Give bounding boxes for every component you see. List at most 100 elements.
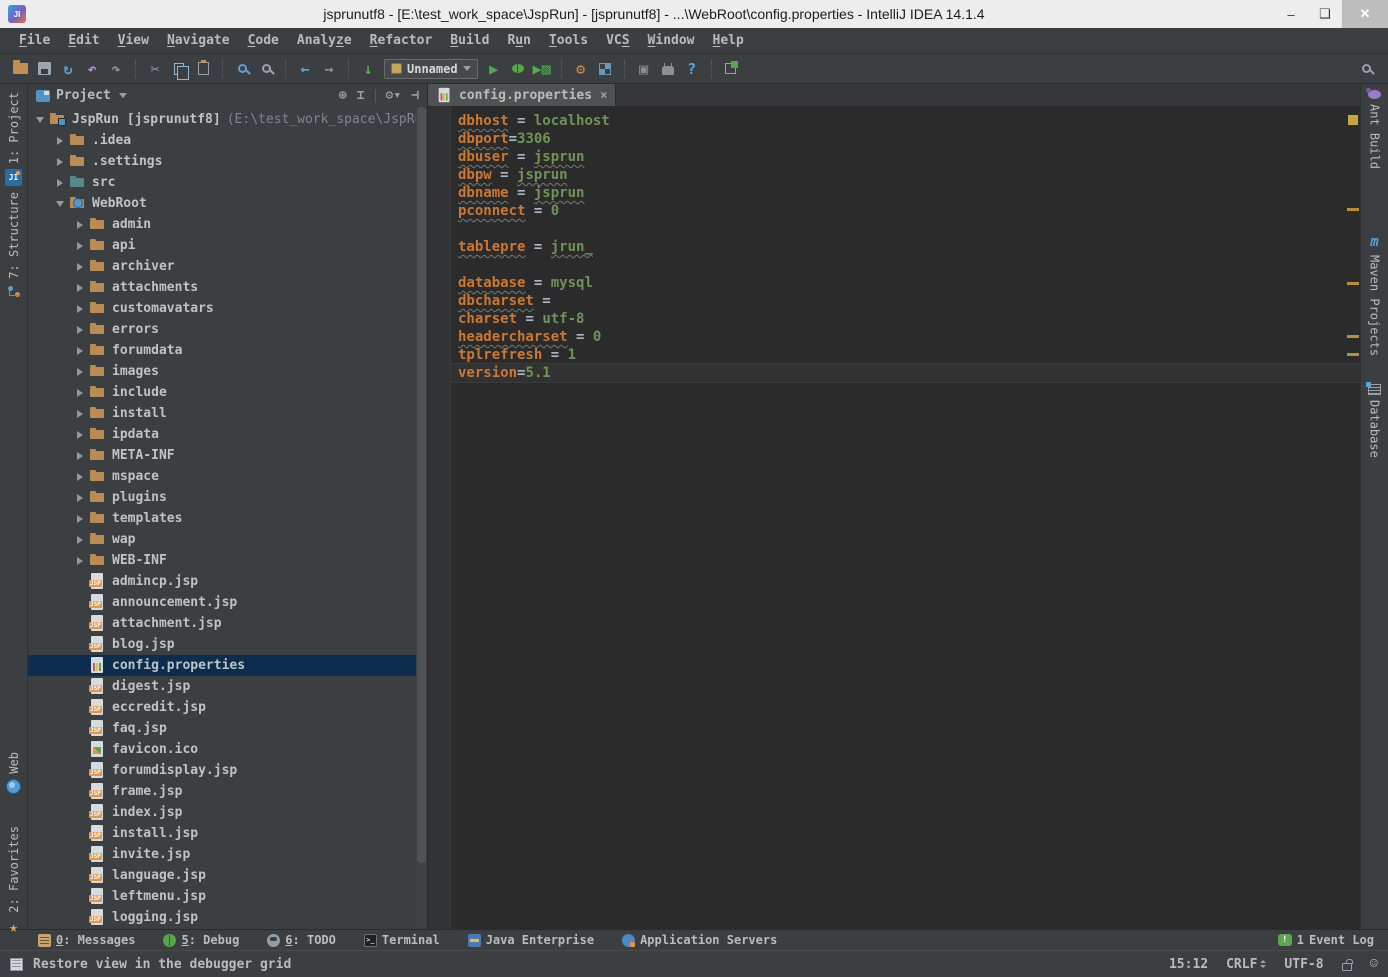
- project-structure-icon[interactable]: [593, 58, 617, 80]
- tree-item-invite-jsp[interactable]: invite.jsp: [28, 844, 427, 865]
- tree-item-config-properties[interactable]: config.properties: [28, 655, 427, 676]
- tree-item-templates[interactable]: templates: [28, 508, 427, 529]
- settings-icon[interactable]: ⚙: [569, 58, 593, 80]
- encoding-selector[interactable]: UTF-8: [1284, 957, 1323, 972]
- menu-item-tools[interactable]: Tools: [540, 33, 597, 48]
- lock-icon[interactable]: [1342, 963, 1352, 971]
- tree-expand-arrow[interactable]: [73, 452, 87, 460]
- menu-item-file[interactable]: File: [10, 33, 59, 48]
- toolwindow-button-application-servers[interactable]: Application Servers: [622, 933, 777, 947]
- open-icon[interactable]: [8, 58, 32, 80]
- tree-item-web-inf[interactable]: WEB-INF: [28, 550, 427, 571]
- tree-item-install[interactable]: install: [28, 403, 427, 424]
- scrollbar-thumb[interactable]: [417, 107, 426, 863]
- tree-item-frame-jsp[interactable]: frame.jsp: [28, 781, 427, 802]
- warning-stripe-square[interactable]: [1348, 115, 1358, 125]
- toolwindow-button-terminal[interactable]: >_Terminal: [364, 933, 440, 947]
- toolwindow-button-5-debug[interactable]: 5: Debug: [163, 933, 239, 947]
- tree-item-attachments[interactable]: attachments: [28, 277, 427, 298]
- tree-item-index-jsp[interactable]: index.jsp: [28, 802, 427, 823]
- tree-expand-arrow[interactable]: [73, 263, 87, 271]
- warning-stripe-tick[interactable]: [1347, 282, 1359, 285]
- toolwindow-button-java-enterprise[interactable]: Java Enterprise: [468, 933, 594, 947]
- tree-item-errors[interactable]: errors: [28, 319, 427, 340]
- tree-expand-arrow[interactable]: [53, 137, 67, 145]
- cut-icon[interactable]: ✂: [143, 58, 167, 80]
- editor-content[interactable]: dbhost = localhostdbport=3306dbuser = js…: [428, 107, 1360, 929]
- toolwindow-tab-maven-projects[interactable]: m Maven Projects: [1361, 234, 1388, 356]
- menu-item-refactor[interactable]: Refactor: [361, 33, 442, 48]
- tree-item-images[interactable]: images: [28, 361, 427, 382]
- minimize-button[interactable]: –: [1274, 0, 1308, 28]
- toolwindow-tab-structure[interactable]: 7: Structure: [0, 192, 27, 298]
- tree-item-leftmenu-jsp[interactable]: leftmenu.jsp: [28, 886, 427, 907]
- tree-item-plugins[interactable]: plugins: [28, 487, 427, 508]
- tree-item-settings[interactable]: .settings: [28, 151, 427, 172]
- tree-item-jsprun-jsprunutf8[interactable]: JspRun [jsprunutf8] (E:\test_work_space\…: [28, 109, 427, 130]
- tree-expand-arrow[interactable]: [73, 494, 87, 502]
- menu-item-code[interactable]: Code: [239, 33, 288, 48]
- tree-item-announcement-jsp[interactable]: announcement.jsp: [28, 592, 427, 613]
- editor-error-stripe[interactable]: [1346, 107, 1360, 929]
- toolwindow-switcher-icon[interactable]: [10, 958, 23, 971]
- tree-item-customavatars[interactable]: customavatars: [28, 298, 427, 319]
- forward-icon[interactable]: →: [317, 58, 341, 80]
- menu-item-run[interactable]: Run: [498, 33, 539, 48]
- tree-item-webroot[interactable]: WebRoot: [28, 193, 427, 214]
- tree-item-admin[interactable]: admin: [28, 214, 427, 235]
- tree-item-admincp-jsp[interactable]: admincp.jsp: [28, 571, 427, 592]
- tree-item-ipdata[interactable]: ipdata: [28, 424, 427, 445]
- menu-item-window[interactable]: Window: [639, 33, 704, 48]
- tree-expand-arrow[interactable]: [73, 473, 87, 481]
- tree-expand-arrow[interactable]: [53, 179, 67, 187]
- menu-item-build[interactable]: Build: [441, 33, 498, 48]
- tree-item-attachment-jsp[interactable]: attachment.jsp: [28, 613, 427, 634]
- tree-item-archiver[interactable]: archiver: [28, 256, 427, 277]
- find-icon[interactable]: [230, 58, 254, 80]
- tree-item-logging-jsp[interactable]: logging.jsp: [28, 907, 427, 928]
- tree-expand-arrow[interactable]: [73, 536, 87, 544]
- tree-expand-arrow[interactable]: [53, 201, 67, 207]
- tree-expand-arrow[interactable]: [73, 284, 87, 292]
- search-everywhere-icon[interactable]: [1354, 58, 1378, 80]
- hide-panel-icon[interactable]: ⊣: [411, 88, 419, 103]
- menu-item-view[interactable]: View: [109, 33, 158, 48]
- toolwindow-button-0-messages[interactable]: 0: Messages: [38, 933, 135, 947]
- plugin-sync-icon[interactable]: [719, 58, 743, 80]
- tree-item-forumdata[interactable]: forumdata: [28, 340, 427, 361]
- project-view-dropdown-icon[interactable]: [119, 93, 127, 98]
- maximize-button[interactable]: ❑: [1308, 0, 1342, 28]
- menu-item-edit[interactable]: Edit: [59, 33, 108, 48]
- replace-icon[interactable]: [254, 58, 278, 80]
- collapse-all-icon[interactable]: ⌶: [357, 88, 365, 103]
- tree-item-wap[interactable]: wap: [28, 529, 427, 550]
- toolwindow-tab-database[interactable]: Database: [1361, 384, 1388, 458]
- save-all-icon[interactable]: [32, 58, 56, 80]
- tree-item-forumdisplay-jsp[interactable]: forumdisplay.jsp: [28, 760, 427, 781]
- tree-item-api[interactable]: api: [28, 235, 427, 256]
- toolwindow-button-6-todo[interactable]: 6: TODO: [267, 933, 336, 947]
- tree-expand-arrow[interactable]: [73, 515, 87, 523]
- tree-item-eccredit-jsp[interactable]: eccredit.jsp: [28, 697, 427, 718]
- tree-expand-arrow[interactable]: [73, 410, 87, 418]
- tree-item-include[interactable]: include: [28, 382, 427, 403]
- menu-item-analyze[interactable]: Analyze: [288, 33, 361, 48]
- tree-expand-arrow[interactable]: [53, 158, 67, 166]
- debug-icon[interactable]: [506, 58, 530, 80]
- synchronize-icon[interactable]: ↻: [56, 58, 80, 80]
- compile-icon[interactable]: ↓: [356, 58, 380, 80]
- run-icon[interactable]: ▶: [482, 58, 506, 80]
- tree-expand-arrow[interactable]: [73, 242, 87, 250]
- redo-icon[interactable]: ↷: [104, 58, 128, 80]
- tree-item-idea[interactable]: .idea: [28, 130, 427, 151]
- tree-item-meta-inf[interactable]: META-INF: [28, 445, 427, 466]
- tree-expand-arrow[interactable]: [73, 389, 87, 397]
- tree-expand-arrow[interactable]: [73, 431, 87, 439]
- tree-expand-arrow[interactable]: [73, 347, 87, 355]
- event-log-button[interactable]: !1Event Log: [1278, 933, 1374, 947]
- tree-expand-arrow[interactable]: [73, 557, 87, 565]
- tree-item-faq-jsp[interactable]: faq.jsp: [28, 718, 427, 739]
- tree-expand-arrow[interactable]: [73, 326, 87, 334]
- project-tree-scrollbar[interactable]: [416, 107, 427, 929]
- tree-item-favicon-ico[interactable]: favicon.ico: [28, 739, 427, 760]
